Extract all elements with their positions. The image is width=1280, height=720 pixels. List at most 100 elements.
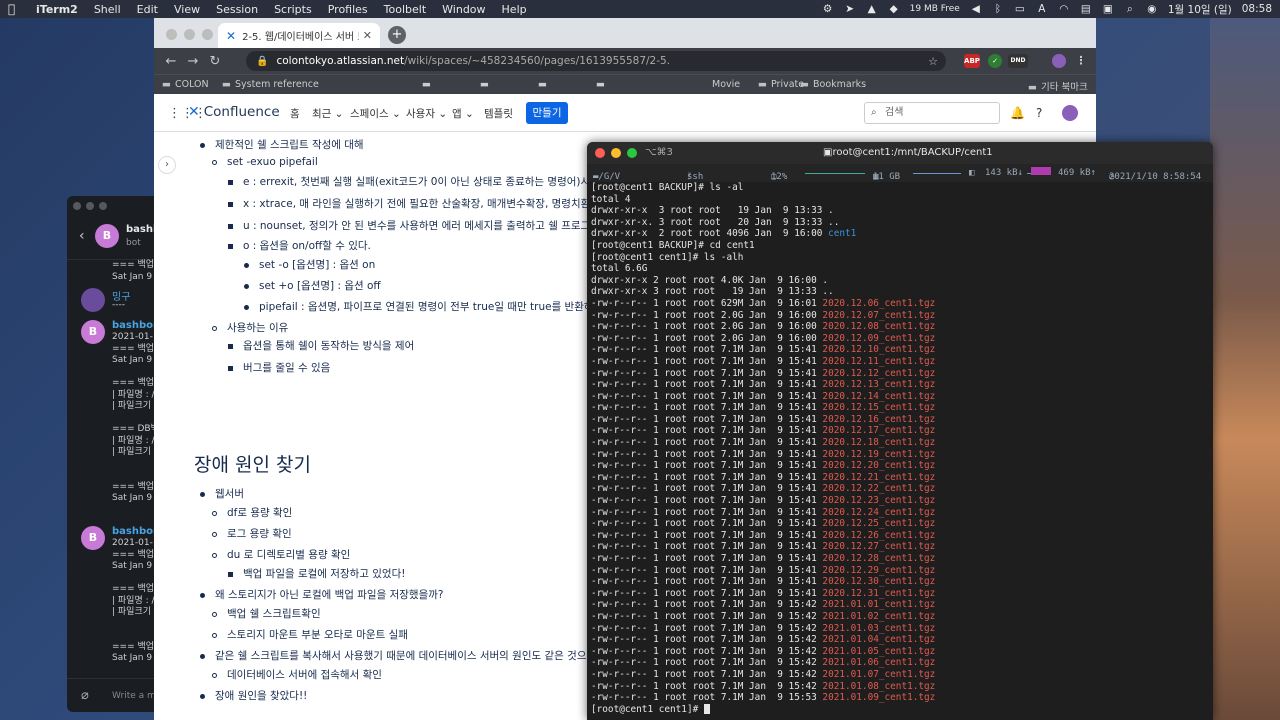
- terminal-output[interactable]: [root@cent1 BACKUP]# ls -al total 4 drwxr-…: [591, 182, 1211, 715]
- nav-spaces[interactable]: 스페이스 ⌄: [350, 106, 401, 121]
- user-avatar[interactable]: [1062, 105, 1078, 121]
- kebab-menu-icon[interactable]: ⋮: [1074, 54, 1088, 68]
- input-source-icon[interactable]: A: [1036, 3, 1048, 15]
- terminal-line: drwxr-xr-x 3 root root 19 Jan 9 13:33 ..: [591, 286, 834, 298]
- create-button[interactable]: 만들기: [526, 102, 568, 124]
- archive-filename: 2020.12.18_cent1.tgz: [822, 437, 936, 449]
- nav-recent[interactable]: 최근 ⌄: [312, 106, 343, 121]
- window-controls[interactable]: [166, 29, 213, 40]
- search-icon[interactable]: ⌕: [1124, 3, 1136, 16]
- reload-icon[interactable]: ↻: [204, 54, 226, 69]
- telegram-icon[interactable]: ➤: [844, 3, 856, 15]
- profile-avatar[interactable]: [1052, 54, 1066, 68]
- menu-view[interactable]: View: [174, 3, 200, 16]
- menu-toolbelt[interactable]: Toolbelt: [384, 3, 427, 16]
- forward-icon[interactable]: →: [182, 54, 204, 69]
- bookmark-folder-icon[interactable]: ▬: [596, 79, 605, 90]
- status-net-out[interactable]: 469 kB↑: [1058, 168, 1096, 178]
- url-host: colontokyo.atlassian.net: [276, 55, 405, 67]
- hat-icon[interactable]: ▲: [866, 3, 878, 15]
- bookmark-folder[interactable]: ▬ 기타 북마크: [1028, 79, 1088, 93]
- chat-header: ‹ B bashb bot: [67, 220, 162, 260]
- back-arrow-icon[interactable]: ‹: [79, 228, 85, 244]
- close-window-button[interactable]: [595, 148, 605, 158]
- bookmark-folder[interactable]: ▬ System reference: [222, 79, 319, 90]
- apple-icon[interactable]: : [8, 2, 22, 16]
- menu-edit[interactable]: Edit: [137, 3, 158, 16]
- confluence-logo[interactable]: ✕ Confluence: [188, 104, 280, 120]
- dnd-extension-icon[interactable]: DND: [1008, 54, 1028, 68]
- window-controls[interactable]: [595, 148, 637, 158]
- menu-profiles[interactable]: Profiles: [328, 3, 368, 16]
- archive-filename: 2020.12.31_cent1.tgz: [822, 587, 936, 599]
- battery-icon[interactable]: ▭: [1014, 3, 1026, 15]
- archive-filename: 2020.12.21_cent1.tgz: [822, 471, 936, 483]
- memory-status[interactable]: 19 MB Free: [910, 4, 960, 14]
- terminal-line: -rw-r--r-- 1 root root 7.1M Jan 9 15:41 …: [591, 541, 936, 553]
- menu-shell[interactable]: Shell: [94, 3, 121, 16]
- attachment-icon[interactable]: ⌀: [81, 688, 89, 703]
- terminal-line: [root@cent1 BACKUP]# ls -al: [591, 182, 744, 193]
- extension-check-icon[interactable]: ✓: [988, 54, 1002, 68]
- menu-bar:  iTerm2 Shell Edit View Session Scripts…: [0, 0, 1280, 18]
- bookmark-folder-icon[interactable]: ▬: [538, 79, 547, 90]
- lock-icon[interactable]: 🔒: [256, 56, 268, 67]
- search-icon: ⌕: [871, 107, 877, 118]
- siri-icon[interactable]: ◉: [1146, 3, 1158, 15]
- bookmark-folder-icon[interactable]: ▬: [422, 79, 431, 90]
- menu-window[interactable]: Window: [442, 3, 485, 16]
- terminal-line: drwxr-xr-x. 3 root root 20 Jan 9 13:33 .…: [591, 216, 840, 228]
- terminal-line: -rw-r--r-- 1 root root 7.1M Jan 9 15:41 …: [591, 355, 936, 367]
- terminal-line: -rw-r--r-- 1 root root 7.1M Jan 9 15:41 …: [591, 448, 936, 460]
- display-icon[interactable]: ▣: [1102, 3, 1114, 15]
- folder-icon: ▬: [1028, 82, 1037, 93]
- menu-help[interactable]: Help: [502, 3, 527, 16]
- list-item: 웹서버: [200, 486, 244, 501]
- terminal-line: total 4: [591, 193, 631, 205]
- wifi-icon[interactable]: ◠: [1058, 3, 1070, 15]
- bookmark-folder[interactable]: ▬ Private: [758, 79, 804, 90]
- notification-bell-icon[interactable]: 🔔: [1010, 106, 1025, 120]
- search-input[interactable]: ⌕ 검색: [864, 102, 1000, 124]
- menu-app-name[interactable]: iTerm2: [36, 3, 78, 16]
- close-icon[interactable]: ✕: [363, 29, 372, 42]
- terminal-line: -rw-r--r-- 1 root root 7.1M Jan 9 15:41 …: [591, 587, 936, 599]
- tab-title: 2-5. 웹/데이터베이스 서버 트러블: [242, 32, 359, 43]
- control-center-icon[interactable]: ▤: [1080, 3, 1092, 15]
- terminal-cursor: [703, 704, 710, 715]
- nav-apps[interactable]: 앱 ⌄: [452, 106, 474, 121]
- bookmark-star-icon[interactable]: ☆: [928, 55, 938, 68]
- status-net-in[interactable]: 143 kB↓: [985, 168, 1023, 178]
- nav-templates[interactable]: 템플릿: [484, 106, 513, 121]
- list-item: e : errexit, 첫번째 실행 실패(exit코드가 0이 아닌 상태로…: [228, 174, 603, 189]
- archive-filename: 2020.12.27_cent1.tgz: [822, 541, 936, 553]
- terminal-window[interactable]: ⌥⌘3 ▣root@cent1:/mnt/BACKUP/cent1 ▬ ~/G/V…: [587, 142, 1213, 720]
- volume-icon[interactable]: ◀: [970, 3, 982, 15]
- dropbox-icon[interactable]: ◆: [888, 3, 900, 15]
- sidebar-expand-icon[interactable]: ›: [158, 156, 176, 174]
- nav-home[interactable]: 홈: [290, 106, 300, 121]
- help-icon[interactable]: ?: [1036, 106, 1042, 120]
- bookmark-folder[interactable]: ▬ COLON: [162, 79, 209, 90]
- zoom-window-button[interactable]: [627, 148, 637, 158]
- menu-scripts[interactable]: Scripts: [274, 3, 312, 16]
- browser-tab[interactable]: ✕ 2-5. 웹/데이터베이스 서버 트러블 ✕: [218, 23, 380, 48]
- address-bar[interactable]: 🔒 colontokyo.atlassian.net /wiki/spaces/…: [246, 51, 946, 71]
- message-text: ----: [112, 300, 125, 310]
- new-tab-button[interactable]: +: [388, 26, 406, 44]
- minimize-window-button[interactable]: [611, 148, 621, 158]
- bookmark-folder[interactable]: ▬ Bookmarks: [800, 79, 866, 90]
- menu-time[interactable]: 08:58: [1242, 3, 1272, 15]
- bookmark-folder-icon[interactable]: ▬: [480, 79, 489, 90]
- bluetooth-icon[interactable]: ᛒ: [992, 3, 1004, 15]
- nav-people[interactable]: 사용자 ⌄: [406, 106, 447, 121]
- menu-date[interactable]: 1월 10일 (일): [1168, 2, 1232, 17]
- back-icon[interactable]: ←: [160, 54, 182, 69]
- message-input[interactable]: ⌀ Write a m: [67, 678, 162, 712]
- adblock-extension-icon[interactable]: ABP: [964, 54, 980, 68]
- bookmark-folder[interactable]: Movie: [712, 79, 740, 90]
- menu-session[interactable]: Session: [216, 3, 258, 16]
- gear-icon[interactable]: ⚙: [822, 3, 834, 15]
- terminal-line: -rw-r--r-- 1 root root 7.1M Jan 9 15:41 …: [591, 379, 936, 391]
- terminal-line: -rw-r--r-- 1 root root 7.1M Jan 9 15:42 …: [591, 645, 936, 657]
